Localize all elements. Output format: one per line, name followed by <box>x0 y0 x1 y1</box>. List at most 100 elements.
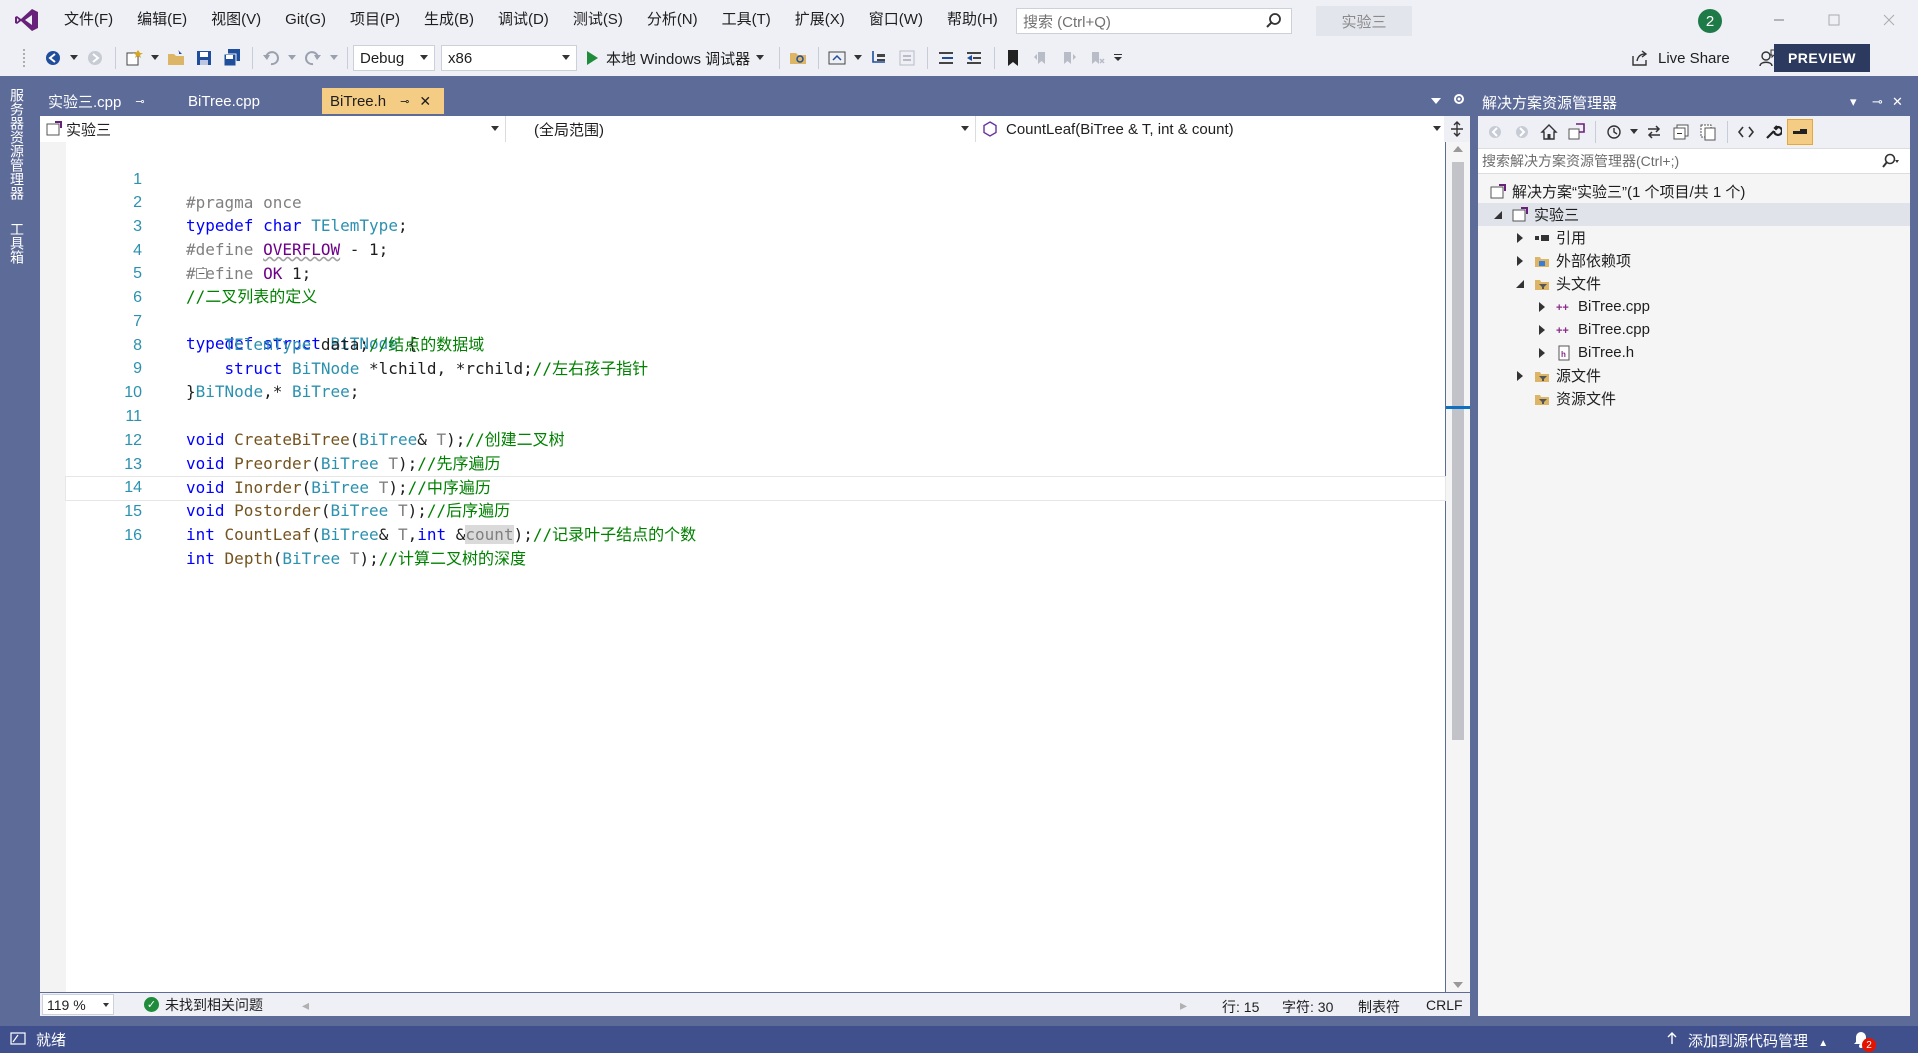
undo-dropdown-icon[interactable] <box>286 45 298 71</box>
navigate-back-icon[interactable] <box>40 45 66 71</box>
menu-tools[interactable]: 工具(T) <box>710 0 783 40</box>
collapsed-triangle-icon[interactable] <box>1514 370 1526 382</box>
back-dropdown-icon[interactable] <box>68 45 80 71</box>
code-line[interactable]: 3 #define OVERFLOW - 1; <box>66 192 1445 259</box>
scroll-down-icon[interactable] <box>1453 982 1463 988</box>
new-project-icon[interactable] <box>121 45 147 71</box>
forward-icon[interactable] <box>1509 119 1535 145</box>
code-line[interactable]: 12 void Preorder(BiTree T);//先序遍历 <box>66 406 1445 473</box>
collapsed-triangle-icon[interactable] <box>1536 301 1548 313</box>
collapse-all-icon[interactable] <box>1668 119 1694 145</box>
home-icon[interactable] <box>1536 119 1562 145</box>
show-all-files-icon[interactable] <box>1695 119 1721 145</box>
add-to-source-control-button[interactable]: 添加到源代码管理 ▲ <box>1688 1030 1828 1051</box>
collapsed-triangle-icon[interactable] <box>1514 255 1526 267</box>
menu-debug[interactable]: 调试(D) <box>486 0 561 40</box>
solution-search-input[interactable]: 搜索解决方案资源管理器(Ctrl+;) <box>1478 148 1910 174</box>
notification-badge[interactable]: 2 <box>1698 9 1722 33</box>
switch-views-icon[interactable] <box>1563 119 1589 145</box>
browser-dropdown-icon[interactable] <box>852 45 864 71</box>
tree-file-bitree-h[interactable]: h BiTree.h <box>1536 341 1634 364</box>
tree-file-bitree-cpp[interactable]: ++ BiTree.cpp <box>1536 318 1650 341</box>
pin-icon[interactable]: ⊸ <box>1872 94 1883 110</box>
search-input[interactable]: 搜索 (Ctrl+Q) <box>1016 8 1292 34</box>
live-share-button[interactable]: Live Share <box>1630 44 1730 72</box>
platform-select[interactable]: x86 <box>441 45 577 71</box>
code-editor[interactable]: 1 #pragma once 2 typedef char TElemType;… <box>40 142 1446 992</box>
toolbox-tab[interactable]: 工具箱 <box>6 222 28 264</box>
step-over-icon[interactable] <box>894 45 920 71</box>
collapsed-triangle-icon[interactable] <box>1536 347 1548 359</box>
navigate-forward-icon[interactable] <box>82 45 108 71</box>
menu-file[interactable]: 文件(F) <box>52 0 125 40</box>
clear-bookmarks-icon[interactable] <box>1084 45 1110 71</box>
server-explorer-tab[interactable]: 服务器资源管理器 <box>6 88 28 200</box>
tab-bitree-cpp[interactable]: BiTree.cpp <box>180 88 322 114</box>
next-bookmark-icon[interactable] <box>1056 45 1082 71</box>
code-line[interactable]: 11 void CreateBiTree(BiTree& T);//创建二叉树 <box>66 382 1445 449</box>
line-ending-indicator[interactable]: CRLF <box>1426 997 1463 1013</box>
preview-selected-items-icon[interactable] <box>1787 119 1813 145</box>
char-indicator[interactable]: 字符: 30 <box>1282 997 1333 1017</box>
tree-header-files-node[interactable]: 头文件 <box>1514 272 1601 295</box>
code-line-current[interactable]: 15 int CountLeaf(BiTree& T,int &count);/… <box>65 476 1446 544</box>
run-dropdown-icon[interactable] <box>756 55 765 61</box>
maximize-button[interactable] <box>1809 0 1859 40</box>
sync-with-document-icon[interactable] <box>1641 119 1667 145</box>
tree-solution-node[interactable]: 解决方案“实验三”(1 个项目/共 1 个) <box>1490 180 1910 203</box>
window-position-icon[interactable]: ▾ <box>1850 94 1857 110</box>
menu-test[interactable]: 测试(S) <box>561 0 635 40</box>
collapsed-triangle-icon[interactable] <box>1536 324 1548 336</box>
indicator-margin[interactable] <box>40 142 66 992</box>
tab-list-dropdown-icon[interactable] <box>1430 92 1446 110</box>
find-in-files-icon[interactable] <box>785 45 811 71</box>
code-line[interactable]: 5 //二叉列表的定义 <box>66 239 1445 306</box>
undo-icon[interactable] <box>258 45 284 71</box>
collapsed-triangle-icon[interactable] <box>1514 232 1526 244</box>
redo-dropdown-icon[interactable] <box>328 45 340 71</box>
open-file-icon[interactable] <box>163 45 189 71</box>
menu-extensions[interactable]: 扩展(X) <box>783 0 857 40</box>
save-icon[interactable] <box>191 45 217 71</box>
indent-indicator[interactable]: 制表符 <box>1358 997 1400 1017</box>
tree-references-node[interactable]: 引用 <box>1514 226 1586 249</box>
menu-project[interactable]: 项目(P) <box>338 0 412 40</box>
menu-help[interactable]: 帮助(H) <box>935 0 1010 40</box>
preview-button[interactable]: PREVIEW <box>1774 44 1870 72</box>
gear-icon[interactable] <box>1452 92 1466 110</box>
member-dropdown[interactable]: CountLeaf(BiTree & T, int & count) <box>976 116 1448 142</box>
editor-vertical-scrollbar[interactable] <box>1446 142 1470 992</box>
redo-icon[interactable] <box>300 45 326 71</box>
properties-wrench-icon[interactable] <box>1760 119 1786 145</box>
configuration-select[interactable]: Debug <box>353 45 435 71</box>
code-line[interactable]: 7 TElemType data;//结点的数据域 <box>66 287 1445 354</box>
tree-project-node[interactable]: 实验三 <box>1478 203 1910 226</box>
scrollbar-thumb[interactable] <box>1452 162 1464 740</box>
tab-experiment3-cpp[interactable]: 实验三.cpp ⊸ <box>40 88 180 114</box>
code-line[interactable]: 6 − typedef struct BiTNode { <box>66 263 1445 353</box>
code-line[interactable]: 13 void Inorder(BiTree T);//中序遍历 <box>66 430 1445 497</box>
new-dropdown-icon[interactable] <box>149 45 161 71</box>
view-code-icon[interactable] <box>1733 119 1759 145</box>
filter-dropdown-icon[interactable] <box>1628 119 1640 145</box>
scroll-up-icon[interactable] <box>1453 146 1463 152</box>
tree-file-bitree-cpp[interactable]: ++ BiTree.cpp <box>1536 295 1650 318</box>
code-line[interactable]: 10 <box>66 358 1445 401</box>
tree-external-deps-node[interactable]: 外部依赖项 <box>1514 249 1631 272</box>
expanded-triangle-icon[interactable] <box>1492 209 1504 221</box>
uncomment-lines-icon[interactable] <box>961 45 987 71</box>
back-icon[interactable] <box>1482 119 1508 145</box>
code-line[interactable]: 1 #pragma once <box>66 145 1445 212</box>
start-debugging-button[interactable]: 本地 Windows 调试器 <box>583 44 768 72</box>
pin-icon[interactable]: ⊸ <box>400 95 409 108</box>
scroll-right-icon[interactable]: ▸ <box>1180 997 1187 1014</box>
menu-git[interactable]: Git(G) <box>273 0 338 40</box>
scope-dropdown[interactable]: (全局范围) <box>506 116 976 142</box>
zoom-select[interactable]: 119 % <box>42 994 114 1015</box>
issues-indicator[interactable]: ✓ 未找到相关问题 <box>144 995 263 1015</box>
pending-changes-filter-icon[interactable] <box>1601 119 1627 145</box>
close-icon[interactable]: ✕ <box>1892 94 1903 110</box>
pin-icon[interactable]: ⊸ <box>135 95 144 108</box>
tree-resource-files-node[interactable]: 资源文件 <box>1534 387 1616 410</box>
close-window-button[interactable] <box>1864 0 1914 40</box>
